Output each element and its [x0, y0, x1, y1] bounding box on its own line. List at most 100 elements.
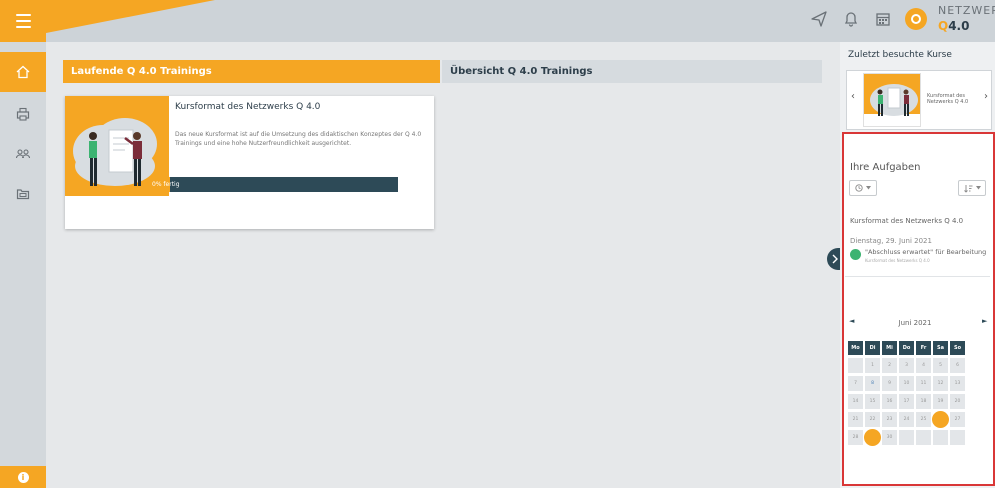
recent-course-label[interactable]: Kursformat des Netzwerks Q 4.0 [927, 93, 975, 105]
logo-line2: Q4.0 [938, 19, 995, 33]
calendar-day[interactable]: 7 [848, 376, 863, 391]
printer-icon [16, 107, 30, 121]
calendar-day-number: 14 [852, 399, 859, 404]
course-progress-label: 0% fertig [152, 181, 180, 188]
calendar-day[interactable]: 19 [933, 394, 948, 409]
calendar-day[interactable]: 20 [950, 394, 965, 409]
logo-q: Q [938, 19, 949, 33]
calendar-day-number: 30 [886, 435, 893, 440]
course-illustration [65, 96, 169, 229]
calendar-empty-cell [933, 430, 948, 445]
calendar-day-number: 15 [869, 399, 876, 404]
calendar-weekday-row: Mo Di Mi Do Fr Sa So [848, 341, 965, 355]
filter-dropdown[interactable] [849, 180, 877, 196]
paper-plane-icon[interactable] [809, 9, 829, 29]
calendar-day[interactable]: 23 [882, 412, 897, 427]
info-button[interactable]: i [0, 466, 46, 488]
calendar-day[interactable] [932, 411, 949, 428]
calendar-day[interactable]: 22 [865, 412, 880, 427]
calendar-day[interactable]: 11 [916, 376, 931, 391]
event-status-icon [850, 249, 861, 260]
calendar-day[interactable]: 10 [899, 376, 914, 391]
calendar-weekday: So [950, 341, 965, 355]
course-title[interactable]: Kursformat des Netzwerks Q 4.0 [175, 102, 320, 112]
calendar-empty-cell [899, 430, 914, 445]
calendar-day[interactable]: 18 [916, 394, 931, 409]
event-course-name: Kursformat des Netzwerks Q 4.0 [850, 217, 964, 225]
menu-toggle-button[interactable] [0, 0, 46, 42]
logo-line1: NETZWERK [938, 4, 995, 17]
calendar-day-number: 21 [852, 417, 859, 422]
calendar-day-number: 10 [903, 381, 910, 386]
recent-course-thumbnail[interactable] [863, 73, 921, 127]
calendar-grid: Mo Di Mi Do Fr Sa So 1 2 3 4 5 6 7 8 9 10 11 12 13 14 15 16 17… [846, 338, 967, 448]
calendar-day-number: 5 [939, 363, 942, 368]
calendar-empty-cell [916, 430, 931, 445]
calendar-day[interactable]: 30 [882, 430, 897, 445]
carousel-next-icon[interactable]: › [984, 91, 988, 102]
calendar-day[interactable]: 9 [882, 376, 897, 391]
calendar-month: Juni 2021 [898, 319, 932, 327]
calendar-day[interactable]: 13 [950, 376, 965, 391]
calendar-weekday: Mo [848, 341, 863, 355]
bell-icon[interactable] [841, 9, 861, 29]
calendar-day-number: 12 [937, 381, 944, 386]
calendar-day[interactable]: 15 [865, 394, 880, 409]
calendar-day[interactable]: 21 [848, 412, 863, 427]
recent-courses-carousel: ‹ Kursformat des Netzwerks Q 4.0 › [846, 70, 992, 130]
user-avatar-icon[interactable] [905, 8, 927, 30]
sort-dropdown[interactable] [958, 180, 986, 196]
calendar-day[interactable]: 17 [899, 394, 914, 409]
calendar-day[interactable]: 1 [865, 358, 880, 373]
calendar-week: 1 2 3 4 5 6 [848, 358, 965, 373]
sidebar-item-folders[interactable] [0, 174, 46, 214]
calendar-day-number: 20 [954, 399, 961, 404]
calendar-day-number: 24 [903, 417, 910, 422]
sidebar-item-home[interactable] [0, 52, 46, 92]
calendar-day-number: 11 [920, 381, 927, 386]
home-icon [16, 65, 30, 79]
event-date: Dienstag, 29. Juni 2021 [850, 237, 932, 245]
tasks-title: Ihre Aufgaben [850, 162, 921, 173]
recent-courses-title: Zuletzt besuchte Kurse [848, 50, 952, 60]
calendar-empty-cell [950, 430, 965, 445]
sidebar-item-print[interactable] [0, 94, 46, 134]
carousel-prev-icon[interactable]: ‹ [851, 91, 855, 102]
calendar-week: 14 15 16 17 18 19 20 [848, 394, 965, 409]
calendar-day[interactable]: 14 [848, 394, 863, 409]
calendar-day-number: 1 [871, 363, 874, 368]
calendar-day-number: 17 [903, 399, 910, 404]
calendar-day[interactable]: 24 [899, 412, 914, 427]
calendar-day[interactable]: 25 [916, 412, 931, 427]
top-bar: NETZWERK Q4.0 [0, 0, 995, 42]
calendar-day[interactable]: 8 [865, 376, 880, 391]
netzwerk-logo[interactable]: NETZWERK Q4.0 [938, 4, 995, 38]
event-link[interactable]: "Abschluss erwartet" für Bearbeitung [865, 248, 989, 256]
calendar-day[interactable]: 2 [882, 358, 897, 373]
hamburger-line [15, 20, 31, 22]
tab-current-trainings[interactable]: Laufende Q 4.0 Trainings [63, 60, 440, 83]
calendar-day[interactable]: 3 [899, 358, 914, 373]
calendar-day-highlight [932, 411, 949, 428]
calendar-weekday: Di [865, 341, 880, 355]
logo-version: 4.0 [948, 19, 970, 33]
sidebar-item-users[interactable] [0, 134, 46, 174]
calendar-day-number: 13 [954, 381, 961, 386]
calendar-icon[interactable] [873, 9, 893, 29]
calendar-day[interactable]: 12 [933, 376, 948, 391]
calendar-next-icon[interactable]: ► [982, 317, 987, 325]
calendar-day[interactable] [864, 429, 881, 446]
course-card[interactable]: Kursformat des Netzwerks Q 4.0 Das neue … [65, 96, 434, 229]
calendar-day[interactable]: 16 [882, 394, 897, 409]
calendar-day[interactable]: 27 [950, 412, 965, 427]
calendar-day[interactable]: 6 [950, 358, 965, 373]
calendar-day[interactable]: 4 [916, 358, 931, 373]
hamburger-line [15, 26, 31, 28]
chevron-right-icon [832, 254, 838, 264]
calendar-prev-icon[interactable]: ◄ [849, 317, 854, 325]
calendar-day[interactable]: 28 [848, 430, 863, 445]
tab-overview-trainings[interactable]: Übersicht Q 4.0 Trainings [442, 60, 822, 83]
calendar-day[interactable]: 5 [933, 358, 948, 373]
calendar-day-number: 18 [920, 399, 927, 404]
calendar-week: 28 30 [848, 429, 965, 446]
